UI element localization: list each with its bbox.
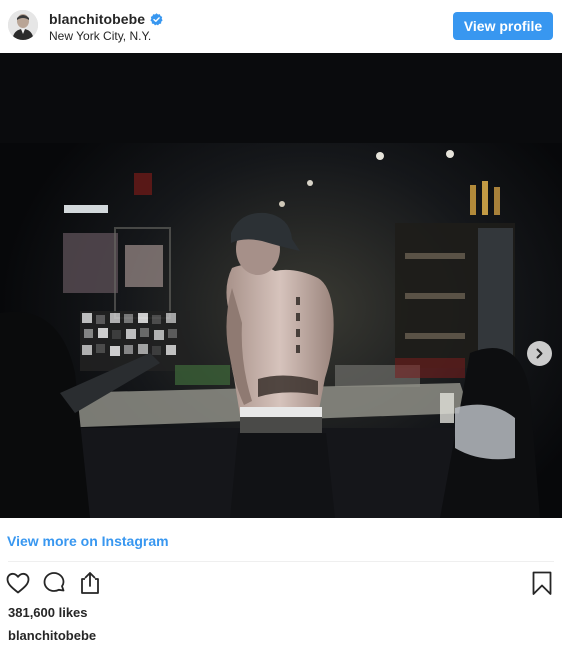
divider [8,561,554,562]
share-button[interactable] [77,570,103,596]
verified-badge-icon [150,12,163,26]
location-link[interactable]: New York City, N.Y. [49,29,151,43]
like-button[interactable] [5,570,31,596]
bookmark-icon [532,571,552,595]
caption-username[interactable]: blanchitobebe [8,628,96,643]
profile-avatar-icon [8,10,38,40]
heart-icon [6,572,30,594]
share-icon [81,572,99,594]
post-header: blanchitobebe New York City, N.Y. View p… [0,0,562,53]
tattoo-shop-photo-icon [0,53,562,518]
carousel-next-button[interactable] [527,341,552,366]
comment-icon [43,572,65,592]
post-image[interactable] [0,53,562,518]
save-button[interactable] [529,570,555,596]
action-bar [0,568,562,600]
username-link[interactable]: blanchitobebe [49,11,145,27]
view-profile-button[interactable]: View profile [453,12,553,40]
chevron-right-icon [536,348,543,359]
likes-count[interactable]: 381,600 likes [8,605,88,620]
username-row: blanchitobebe [49,11,163,27]
avatar[interactable] [8,10,38,40]
comment-button[interactable] [41,570,67,596]
view-more-link[interactable]: View more on Instagram [7,533,169,549]
